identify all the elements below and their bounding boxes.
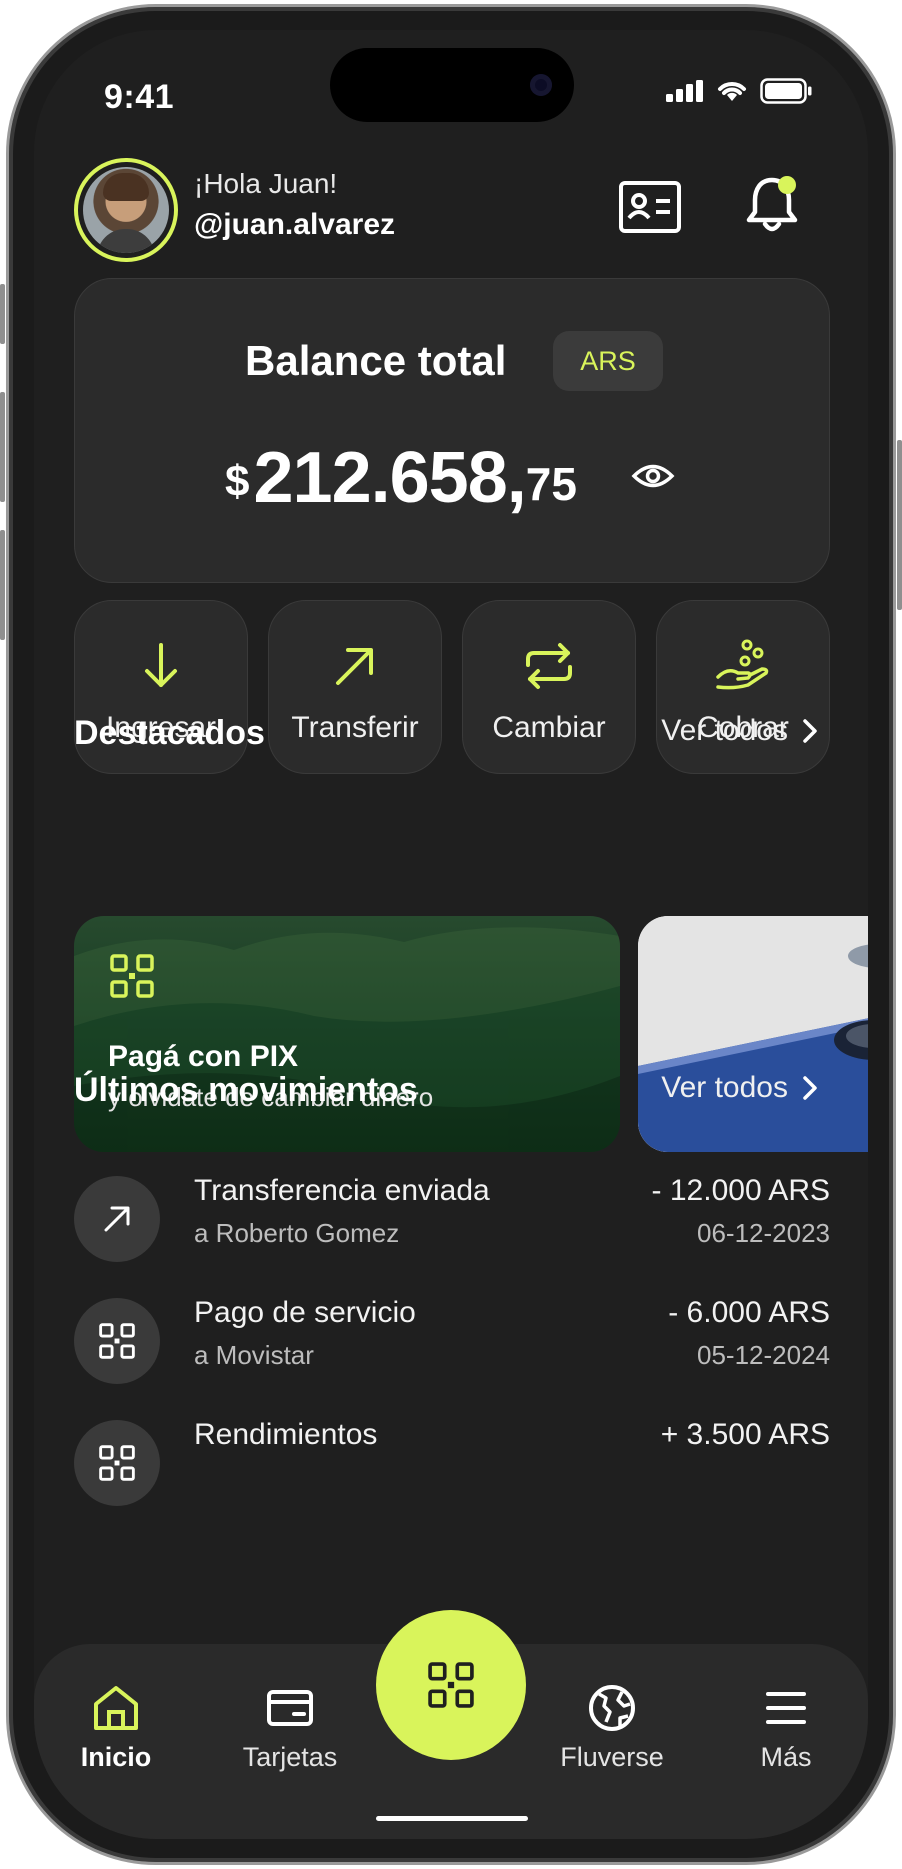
- wifi-icon: [718, 82, 746, 101]
- volume-up-button: [0, 392, 5, 502]
- battery-icon: [760, 78, 812, 104]
- notifications-button[interactable]: [742, 172, 802, 236]
- see-all-label: Ver todos: [661, 714, 788, 747]
- action-button: [0, 284, 5, 344]
- nav-fluverse[interactable]: Fluverse: [542, 1682, 682, 1773]
- qr-icon: [99, 1323, 135, 1359]
- chevron-right-icon: [803, 719, 817, 743]
- signal-icon: [666, 80, 703, 102]
- user-handle: @juan.alvarez: [194, 208, 396, 241]
- globe-icon: [589, 1685, 635, 1731]
- qr-icon: [428, 1662, 474, 1708]
- transaction-recipient: a Roberto Gomez: [194, 1218, 400, 1248]
- transaction-icon: [74, 1176, 160, 1262]
- product-image: [638, 916, 868, 1152]
- power-button: [897, 440, 902, 610]
- movements-see-all[interactable]: Ver todos: [661, 1071, 818, 1105]
- card-icon: [267, 1690, 313, 1726]
- featured-title: Destacados: [74, 714, 265, 752]
- nav-tarjetas[interactable]: Tarjetas: [220, 1682, 360, 1773]
- qr-icon: [110, 954, 154, 998]
- transaction-amount: + 3.500 ARS: [660, 1418, 830, 1451]
- action-label: Cambiar: [492, 711, 606, 744]
- arrow-up-right-icon: [104, 1206, 130, 1232]
- promo-title: Pagá con PIX: [108, 1040, 299, 1073]
- transaction-row[interactable]: Transferencia enviada a Roberto Gomez - …: [74, 1168, 830, 1268]
- nav-label: Tarjetas: [242, 1742, 338, 1772]
- transaction-date: 06-12-2023: [697, 1218, 830, 1248]
- transaction-name: Transferencia enviada: [194, 1174, 490, 1207]
- movements-title: Últimos movimientos: [74, 1071, 418, 1109]
- avatar-photo: [83, 167, 169, 253]
- amount-integer: 212.658,: [253, 438, 526, 518]
- transaction-name: Rendimientos: [194, 1418, 378, 1451]
- menu-icon: [766, 1692, 806, 1724]
- promo-card-pix[interactable]: Pagá con PIX y olvidate de cambiar diner…: [74, 916, 620, 1152]
- currency-badge[interactable]: ARS: [553, 331, 663, 391]
- status-icons: [666, 78, 812, 104]
- transaction-recipient: a Movistar: [194, 1340, 314, 1370]
- hand-coins-icon: [716, 639, 769, 690]
- camera-icon: [530, 74, 552, 96]
- exchange-icon: [526, 643, 572, 689]
- see-all-label: Ver todos: [661, 1071, 788, 1104]
- chevron-right-icon: [803, 1076, 817, 1100]
- status-time: 9:41: [104, 78, 175, 116]
- app-screen: 9:41 ¡Hola Juan! @juan.alvarez Balance t…: [34, 30, 868, 1839]
- transaction-date: 05-12-2024: [697, 1340, 830, 1370]
- featured-see-all[interactable]: Ver todos: [661, 714, 818, 748]
- avatar[interactable]: [74, 158, 178, 262]
- transaction-icon: [74, 1420, 160, 1506]
- avatar-body: [97, 229, 155, 253]
- arrow-down-icon: [145, 643, 177, 687]
- transaction-name: Pago de servicio: [194, 1296, 416, 1329]
- id-card-icon[interactable]: [618, 180, 682, 234]
- dynamic-island: [330, 48, 574, 122]
- transaction-amount: - 12.000 ARS: [651, 1174, 830, 1207]
- landscape-image: [74, 927, 620, 1152]
- balance-amount: $ 212.658, 75: [225, 437, 577, 519]
- home-indicator[interactable]: [376, 1816, 528, 1821]
- promo-card-2[interactable]: [638, 916, 868, 1152]
- notification-dot: [778, 176, 796, 194]
- greeting-text: ¡Hola Juan!: [194, 168, 338, 199]
- amount-decimals: 75: [525, 458, 577, 510]
- currency-symbol: $: [225, 457, 250, 506]
- transaction-amount: - 6.000 ARS: [668, 1296, 830, 1329]
- balance-title: Balance total: [245, 337, 507, 384]
- action-transferir[interactable]: Transferir: [268, 600, 442, 774]
- arrow-up-right-icon: [336, 648, 373, 685]
- eye-icon[interactable]: [631, 461, 675, 491]
- qr-icon: [99, 1445, 135, 1481]
- transaction-row[interactable]: Rendimientos + 3.500 ARS: [74, 1412, 830, 1512]
- balance-card: Balance total ARS $ 212.658, 75: [74, 278, 830, 583]
- nav-inicio[interactable]: Inicio: [46, 1682, 186, 1773]
- nav-label: Más: [760, 1742, 812, 1772]
- volume-down-button: [0, 530, 5, 640]
- action-label: Transferir: [291, 711, 419, 744]
- transaction-icon: [74, 1298, 160, 1384]
- action-cambiar[interactable]: Cambiar: [462, 600, 636, 774]
- transaction-row[interactable]: Pago de servicio a Movistar - 6.000 ARS …: [74, 1290, 830, 1390]
- nav-mas[interactable]: Más: [716, 1682, 856, 1773]
- nav-label: Fluverse: [560, 1742, 664, 1772]
- scan-qr-button[interactable]: [376, 1610, 526, 1760]
- home-icon: [94, 1686, 138, 1730]
- nav-label: Inicio: [80, 1742, 152, 1772]
- avatar-hair: [103, 173, 149, 201]
